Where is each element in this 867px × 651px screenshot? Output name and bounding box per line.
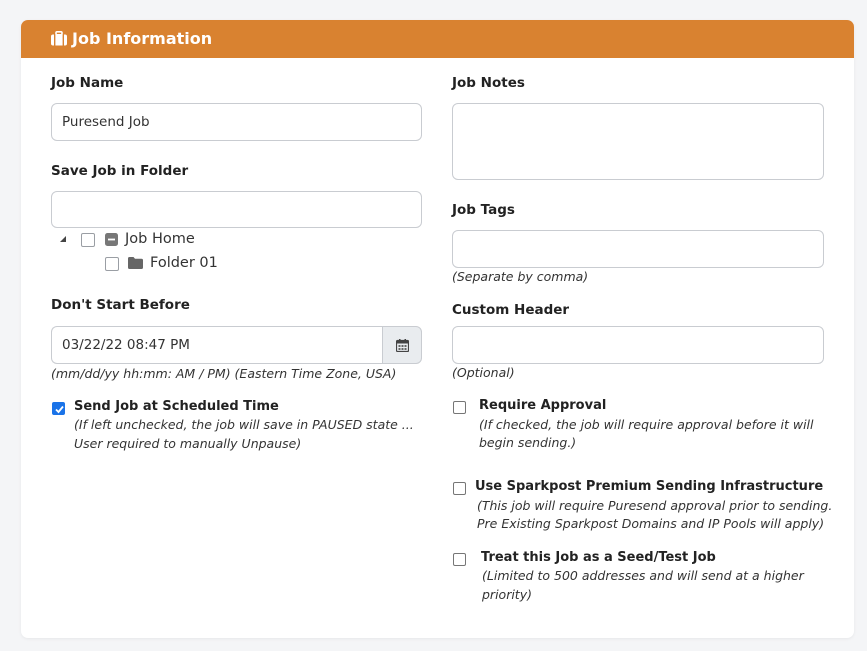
seed-test-hint-2: priority) xyxy=(482,587,532,602)
start-label: Don't Start Before xyxy=(51,297,190,313)
job-information-card: Job Information Job Name Save Job in Fol… xyxy=(21,20,854,638)
scheduled-time-hint-2: User required to manually Unpause) xyxy=(74,436,302,451)
sparkpost-hint-1: (This job will require Puresend approval… xyxy=(477,498,833,513)
scheduled-time-checkbox[interactable] xyxy=(52,402,65,415)
job-notes-label: Job Notes xyxy=(452,75,525,91)
folder-search-input[interactable] xyxy=(51,191,422,228)
job-notes-textarea[interactable] xyxy=(452,103,824,180)
collapse-icon[interactable] xyxy=(105,233,118,246)
start-date-hint: (mm/dd/yy hh:mm: AM / PM) (Eastern Time … xyxy=(51,366,397,381)
sparkpost-hint-2: Pre Existing Sparkpost Domains and IP Po… xyxy=(477,516,825,531)
require-approval-label[interactable]: Require Approval xyxy=(479,398,606,413)
tree-expand-icon[interactable] xyxy=(59,235,67,243)
scheduled-time-label[interactable]: Send Job at Scheduled Time xyxy=(74,399,279,414)
briefcase-icon xyxy=(51,31,67,46)
job-name-label: Job Name xyxy=(51,75,124,91)
seed-test-checkbox[interactable] xyxy=(453,553,466,566)
tree-item-job-home[interactable]: Job Home xyxy=(125,231,195,247)
job-tags-label: Job Tags xyxy=(452,202,515,218)
start-date-input[interactable] xyxy=(51,326,384,364)
seed-test-label[interactable]: Treat this Job as a Seed/Test Job xyxy=(481,550,716,565)
custom-header-hint: (Optional) xyxy=(452,365,515,380)
sparkpost-label[interactable]: Use Sparkpost Premium Sending Infrastruc… xyxy=(475,479,823,494)
job-home-checkbox[interactable] xyxy=(81,233,95,247)
require-approval-hint-1: (If checked, the job will require approv… xyxy=(479,417,814,432)
job-name-input[interactable] xyxy=(51,103,422,141)
job-tags-input[interactable] xyxy=(452,230,824,268)
job-tags-hint: (Separate by comma) xyxy=(452,269,589,284)
require-approval-checkbox[interactable] xyxy=(453,401,466,414)
card-header: Job Information xyxy=(21,20,854,58)
folder-01-checkbox[interactable] xyxy=(105,257,119,271)
custom-header-input[interactable] xyxy=(452,326,824,364)
require-approval-hint-2: begin sending.) xyxy=(479,435,577,450)
card-title: Job Information xyxy=(72,29,213,48)
tree-item-folder-01[interactable]: Folder 01 xyxy=(150,255,218,271)
calendar-icon xyxy=(396,339,409,352)
sparkpost-checkbox[interactable] xyxy=(453,482,466,495)
scheduled-time-hint-1: (If left unchecked, the job will save in… xyxy=(74,417,414,432)
checkmark-icon xyxy=(55,405,64,414)
seed-test-hint-1: (Limited to 500 addresses and will send … xyxy=(482,568,804,583)
custom-header-label: Custom Header xyxy=(452,302,570,318)
folder-icon xyxy=(128,257,143,269)
calendar-button[interactable] xyxy=(382,326,422,364)
folder-label: Save Job in Folder xyxy=(51,163,189,179)
